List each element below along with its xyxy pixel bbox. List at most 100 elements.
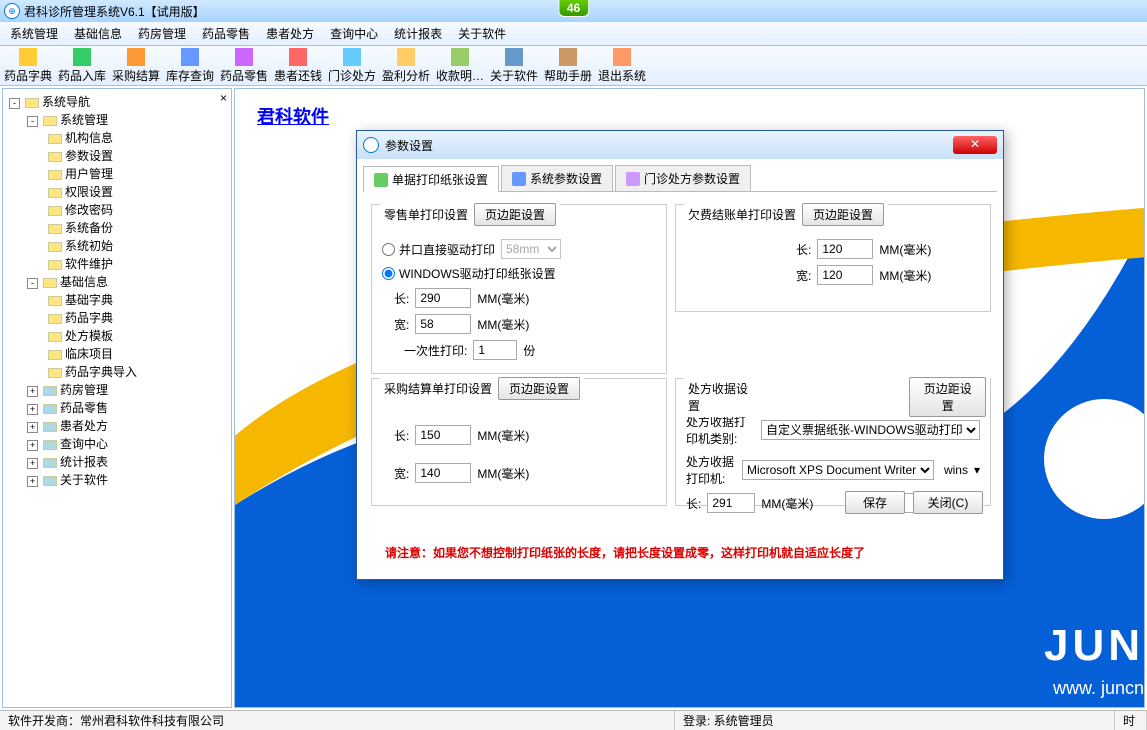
width-input[interactable] (415, 463, 471, 483)
folder-icon (43, 404, 57, 414)
menu-item[interactable]: 基础信息 (68, 23, 128, 44)
width-input[interactable] (415, 314, 471, 334)
folder-icon (48, 188, 62, 198)
expand-icon[interactable]: + (27, 404, 38, 415)
tree-leaf[interactable]: 软件维护 (65, 257, 113, 271)
sidebar-close-icon[interactable]: × (220, 91, 227, 105)
menu-item[interactable]: 关于软件 (452, 23, 512, 44)
tree-leaf[interactable]: 系统初始 (65, 239, 113, 253)
toolbar-btn[interactable]: 药品零售 (218, 48, 270, 84)
collapse-icon[interactable]: - (9, 98, 20, 109)
tab-icon (374, 173, 388, 187)
margin-button[interactable]: 页边距设置 (498, 377, 580, 400)
toolbar-btn[interactable]: 患者还钱 (272, 48, 324, 84)
tree-leaf[interactable]: 系统备份 (65, 221, 113, 235)
radio-windows[interactable]: WINDOWS驱动打印纸张设置 (382, 265, 556, 282)
toolbar-btn[interactable]: 关于软件 (488, 48, 540, 84)
toolbar-btn[interactable]: 门诊处方 (326, 48, 378, 84)
sidebar: × -系统导航 -系统管理 机构信息 参数设置 用户管理 权限设置 修改密码 系… (2, 88, 232, 708)
toolbar-btn[interactable]: 药品入库 (56, 48, 108, 84)
toolbar-btn[interactable]: 药品字典 (2, 48, 54, 84)
folder-icon (48, 152, 62, 162)
length-input[interactable] (415, 288, 471, 308)
retail-print-group: 零售单打印设置页边距设置 并口直接驱动打印 58mm WINDOWS驱动打印纸张… (371, 204, 667, 374)
tab-paper-settings[interactable]: 单据打印纸张设置 (363, 166, 499, 192)
dialog-titlebar[interactable]: 参数设置 ✕ (357, 131, 1003, 159)
expand-icon[interactable]: + (27, 458, 38, 469)
menu-item[interactable]: 系统管理 (4, 23, 64, 44)
tree-node[interactable]: 药房管理 (60, 383, 108, 397)
pill-icon (235, 48, 253, 66)
length-input[interactable] (707, 493, 755, 513)
window-titlebar: ⊕ 君科诊所管理系统V6.1【试用版】 46 (0, 0, 1147, 22)
tab-system-settings[interactable]: 系统参数设置 (501, 165, 613, 191)
expand-icon[interactable]: + (27, 386, 38, 397)
purchase-print-group: 采购结算单打印设置页边距设置 长:MM(毫米) 宽:MM(毫米) (371, 378, 667, 506)
tree-leaf[interactable]: 药品字典导入 (65, 365, 137, 379)
expand-icon[interactable]: + (27, 422, 38, 433)
folder-icon (48, 134, 62, 144)
warning-text: 请注意：如果您不想控制打印纸张的长度，请把长度设置成零，这样打印机就自适应长度了 (385, 544, 975, 562)
chevron-down-icon[interactable]: ▾ (974, 463, 980, 477)
menu-item[interactable]: 查询中心 (324, 23, 384, 44)
margin-button[interactable]: 页边距设置 (474, 203, 556, 226)
tree-leaf[interactable]: 参数设置 (65, 149, 113, 163)
tree-leaf[interactable]: 处方模板 (65, 329, 113, 343)
tree-leaf[interactable]: 基础字典 (65, 293, 113, 307)
tree-leaf[interactable]: 用户管理 (65, 167, 113, 181)
width-input[interactable] (817, 265, 873, 285)
tab-rx-settings[interactable]: 门诊处方参数设置 (615, 165, 751, 191)
menu-item[interactable]: 患者处方 (260, 23, 320, 44)
dialog-icon (363, 137, 379, 153)
tree-node[interactable]: 基础信息 (60, 275, 108, 289)
printer-type-select[interactable]: 自定义票据纸张-WINDOWS驱动打印 (761, 420, 980, 440)
length-input[interactable] (817, 239, 873, 259)
tree-leaf[interactable]: 临床项目 (65, 347, 113, 361)
tree-leaf[interactable]: 药品字典 (65, 311, 113, 325)
tree-node[interactable]: 查询中心 (60, 437, 108, 451)
toolbar-btn[interactable]: 库存查询 (164, 48, 216, 84)
toolbar-btn[interactable]: 盈利分析 (380, 48, 432, 84)
margin-button[interactable]: 页边距设置 (909, 377, 986, 417)
dialog-close-button[interactable]: ✕ (953, 136, 997, 154)
menu-item[interactable]: 药房管理 (132, 23, 192, 44)
expand-icon[interactable]: + (27, 476, 38, 487)
expand-icon[interactable]: + (27, 440, 38, 451)
dialog-title: 参数设置 (385, 137, 433, 154)
debt-print-group: 欠费结账单打印设置页边距设置 长:MM(毫米) 宽:MM(毫米) (675, 204, 991, 312)
paper-width-select: 58mm (501, 239, 561, 259)
window-title: 君科诊所管理系统V6.1【试用版】 (24, 3, 205, 20)
length-input[interactable] (415, 425, 471, 445)
collapse-icon[interactable]: - (27, 116, 38, 127)
folder-icon (43, 422, 57, 432)
tree-leaf[interactable]: 机构信息 (65, 131, 113, 145)
tree-node[interactable]: 统计报表 (60, 455, 108, 469)
tree-node[interactable]: 患者处方 (60, 419, 108, 433)
folder-icon (48, 368, 62, 378)
tree-root[interactable]: 系统导航 (42, 95, 90, 109)
menubar: 系统管理 基础信息 药房管理 药品零售 患者处方 查询中心 统计报表 关于软件 (0, 22, 1147, 46)
copies-input[interactable] (473, 340, 517, 360)
tree-node[interactable]: 系统管理 (60, 113, 108, 127)
app-icon: ⊕ (4, 3, 20, 19)
close-button[interactable]: 关闭(C) (913, 491, 983, 514)
radio-parallel[interactable]: 并口直接驱动打印 (382, 241, 495, 258)
tree-node[interactable]: 关于软件 (60, 473, 108, 487)
tree-leaf[interactable]: 修改密码 (65, 203, 113, 217)
menu-item[interactable]: 药品零售 (196, 23, 256, 44)
tab-icon (512, 172, 526, 186)
toolbar-btn[interactable]: 帮助手册 (542, 48, 594, 84)
menu-item[interactable]: 统计报表 (388, 23, 448, 44)
margin-button[interactable]: 页边距设置 (802, 203, 884, 226)
brand-link[interactable]: 君科软件 (257, 103, 329, 129)
save-button[interactable]: 保存 (845, 491, 905, 514)
printer-select[interactable]: Microsoft XPS Document Writer (742, 460, 934, 480)
tree-leaf[interactable]: 权限设置 (65, 185, 113, 199)
toolbar-btn[interactable]: 收款明… (434, 48, 486, 84)
collapse-icon[interactable]: - (27, 278, 38, 289)
tree-node[interactable]: 药品零售 (60, 401, 108, 415)
toolbar-btn[interactable]: 采购结算 (110, 48, 162, 84)
rx-icon (343, 48, 361, 66)
toolbar-btn[interactable]: 退出系统 (596, 48, 648, 84)
status-time: 时 (1123, 712, 1135, 729)
